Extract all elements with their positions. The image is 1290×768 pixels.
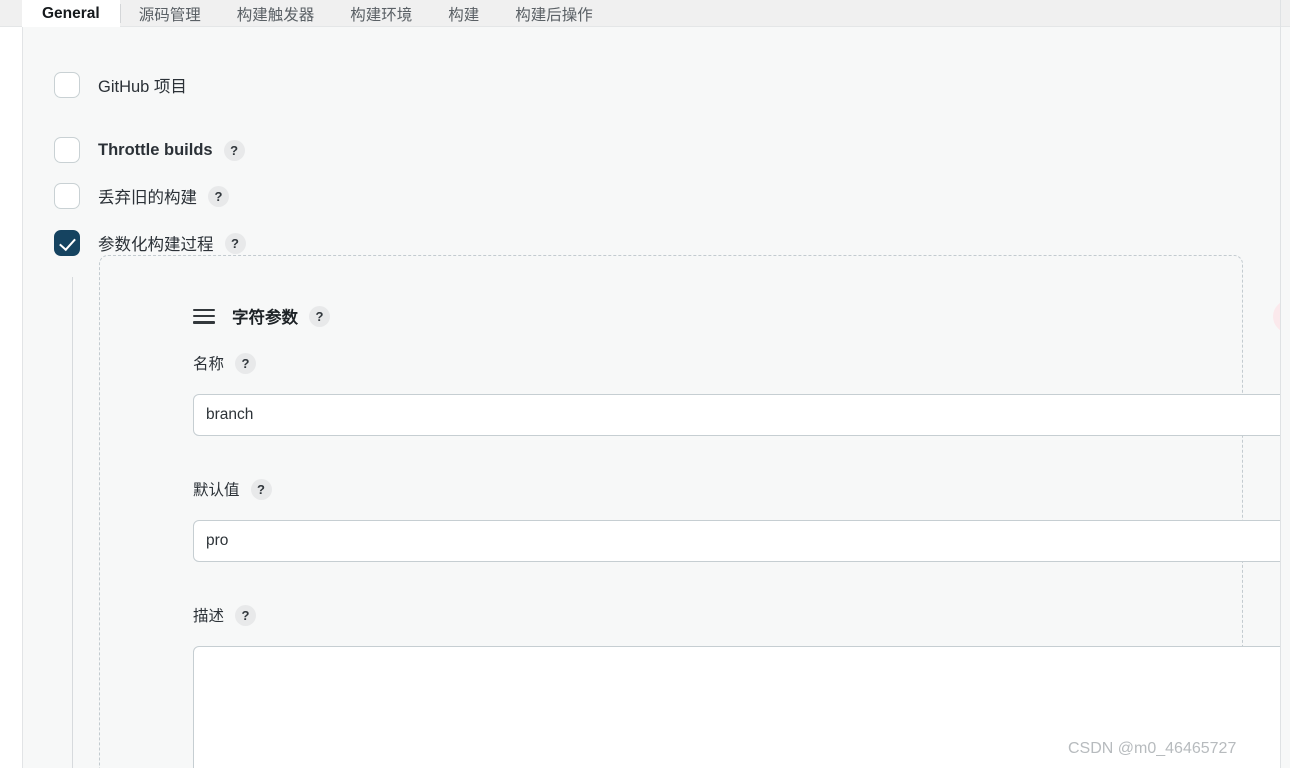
tab-post-build-actions[interactable]: 构建后操作: [497, 0, 611, 27]
tab-general[interactable]: General: [22, 0, 120, 27]
parameter-panel-header: 字符参数 ?: [193, 304, 330, 328]
option-github-project[interactable]: GitHub 项目: [54, 72, 187, 98]
parameter-default-value-input[interactable]: [193, 520, 1280, 562]
string-parameter-panel: 字符参数 ? 名称 ? 默认值 ? 描述: [99, 255, 1280, 768]
page-left-gutter: [0, 27, 22, 768]
help-icon-name-field[interactable]: ?: [235, 352, 257, 374]
drag-handle-icon[interactable]: [193, 308, 215, 324]
description-field-label: 描述: [193, 608, 225, 625]
checkbox-parameterized-build[interactable]: [54, 230, 80, 256]
description-field-label-row: 描述 ?: [193, 604, 257, 626]
help-icon-description-field[interactable]: ?: [235, 604, 257, 626]
help-icon-string-parameter[interactable]: ?: [309, 305, 330, 327]
help-icon-parameterized-build[interactable]: ?: [224, 232, 246, 254]
help-icon-throttle-builds[interactable]: ?: [223, 139, 245, 161]
parameter-panel-title: 字符参数: [232, 309, 298, 327]
option-throttle-builds[interactable]: Throttle builds ?: [54, 137, 245, 163]
nested-section-connector: [72, 277, 73, 768]
checkbox-github-project[interactable]: [54, 72, 80, 98]
tab-list: General 源码管理 构建触发器 构建环境 构建 构建后操作: [22, 0, 611, 27]
name-field-label: 名称: [193, 356, 225, 373]
tab-build-triggers[interactable]: 构建触发器: [219, 0, 333, 27]
help-icon-default-value-field[interactable]: ?: [250, 478, 272, 500]
default-value-field-label: 默认值: [193, 482, 240, 499]
tab-general-label: General: [42, 4, 100, 22]
parameter-description-textarea[interactable]: [193, 646, 1280, 768]
tab-build-environment-label: 构建环境: [350, 6, 413, 24]
option-parameterized-build-label: 参数化构建过程: [98, 236, 214, 254]
config-content: GitHub 项目 Throttle builds ? 丢弃旧的构建 ? 参数化…: [23, 27, 1280, 768]
tab-build[interactable]: 构建: [430, 0, 497, 27]
option-github-project-label: GitHub 项目: [98, 78, 187, 96]
tab-source-management[interactable]: 源码管理: [121, 0, 219, 27]
help-icon-discard-old-builds[interactable]: ?: [208, 185, 229, 207]
option-throttle-builds-label: Throttle builds: [98, 140, 213, 159]
tab-build-environment[interactable]: 构建环境: [332, 0, 430, 27]
checkbox-discard-old-builds[interactable]: [54, 183, 80, 209]
jenkins-job-config-page: General 源码管理 构建触发器 构建环境 构建 构建后操作 GitHub …: [0, 0, 1290, 768]
option-discard-old-builds[interactable]: 丢弃旧的构建 ?: [54, 183, 229, 209]
option-discard-old-builds-label: 丢弃旧的构建: [98, 189, 197, 207]
tab-build-triggers-label: 构建触发器: [236, 6, 315, 24]
name-field-label-row: 名称 ?: [193, 352, 257, 374]
page-right-gutter: [1281, 27, 1290, 768]
checkbox-throttle-builds[interactable]: [54, 137, 80, 163]
remove-parameter-button[interactable]: [1273, 300, 1280, 333]
config-tabbar: General 源码管理 构建触发器 构建环境 构建 构建后操作: [0, 0, 1290, 27]
tab-source-management-label: 源码管理: [138, 6, 201, 24]
option-parameterized-build[interactable]: 参数化构建过程 ?: [54, 230, 246, 256]
default-value-field-label-row: 默认值 ?: [193, 478, 272, 500]
parameter-name-input[interactable]: [193, 394, 1280, 436]
tab-post-build-actions-label: 构建后操作: [515, 6, 593, 24]
tab-build-label: 构建: [448, 6, 480, 24]
